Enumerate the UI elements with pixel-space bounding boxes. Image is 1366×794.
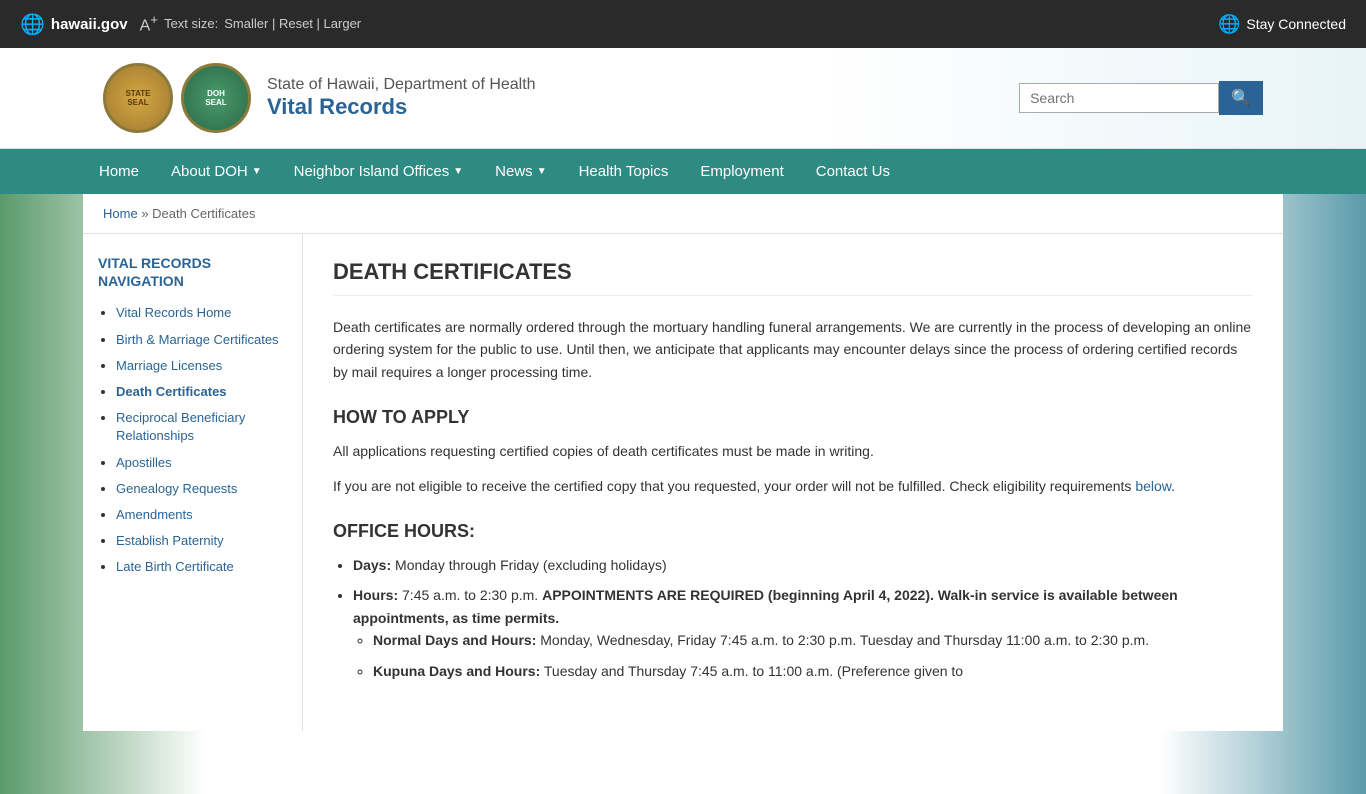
list-item: Late Birth Certificate xyxy=(116,558,287,576)
sidebar-apostilles[interactable]: Apostilles xyxy=(116,455,172,470)
sidebar-genealogy[interactable]: Genealogy Requests xyxy=(116,481,237,496)
sidebar-birth-marriage[interactable]: Birth & Marriage Certificates xyxy=(116,332,279,347)
search-form: 🔍 xyxy=(1019,81,1263,115)
list-item: Genealogy Requests xyxy=(116,480,287,498)
hours-label: Hours: xyxy=(353,587,398,603)
top-bar-left: 🌐 hawaii.gov A+ Text size: Smaller | Res… xyxy=(20,12,361,37)
nav-about-doh[interactable]: About DOH ▼ xyxy=(155,149,278,194)
larger-link[interactable]: Larger xyxy=(324,16,362,31)
sidebar-late-birth[interactable]: Late Birth Certificate xyxy=(116,559,234,574)
breadcrumb-separator: » xyxy=(141,206,148,221)
days-label: Days: xyxy=(353,557,391,573)
kupuna-hours-value: Tuesday and Thursday 7:45 a.m. to 11:00 … xyxy=(544,663,963,679)
doh-seal: DOHSEAL xyxy=(181,63,251,133)
office-hours-section: OFFICE HOURS: Days: Monday through Frida… xyxy=(333,521,1253,682)
nav-home[interactable]: Home xyxy=(83,149,155,194)
sidebar-paternity[interactable]: Establish Paternity xyxy=(116,533,224,548)
nav-news[interactable]: News ▼ xyxy=(479,149,562,194)
hawaii-gov-logo[interactable]: 🌐 hawaii.gov xyxy=(20,12,128,37)
main-layout: VITAL RECORDS NAVIGATION Vital Records H… xyxy=(83,234,1283,731)
header-left: STATESEAL DOHSEAL State of Hawaii, Depar… xyxy=(103,63,536,133)
kupuna-hours-label: Kupuna Days and Hours: xyxy=(373,663,540,679)
how-to-apply-heading: HOW TO APPLY xyxy=(333,407,1253,428)
sidebar-amendments[interactable]: Amendments xyxy=(116,507,193,522)
logos: STATESEAL DOHSEAL xyxy=(103,63,251,133)
nav-contact-us[interactable]: Contact Us xyxy=(800,149,906,194)
text-size-links: Smaller | Reset | Larger xyxy=(224,16,361,31)
intro-paragraph: Death certificates are normally ordered … xyxy=(333,316,1253,383)
nav-inner: Home About DOH ▼ Neighbor Island Offices… xyxy=(83,149,1283,194)
hours-item: Hours: 7:45 a.m. to 2:30 p.m. APPOINTMEN… xyxy=(353,584,1253,682)
sidebar-death-certificates[interactable]: Death Certificates xyxy=(116,384,227,399)
stay-connected-label: Stay Connected xyxy=(1246,16,1346,32)
normal-hours-value: Monday, Wednesday, Friday 7:45 a.m. to 2… xyxy=(540,632,1149,648)
sidebar-nav: Vital Records Home Birth & Marriage Cert… xyxy=(98,304,287,576)
about-doh-arrow: ▼ xyxy=(252,166,262,177)
how-to-apply-p1: All applications requesting certified co… xyxy=(333,440,1253,462)
breadcrumb: Home » Death Certificates xyxy=(83,194,1283,234)
normal-hours-item: Normal Days and Hours: Monday, Wednesday… xyxy=(373,629,1253,651)
nav-health-topics[interactable]: Health Topics xyxy=(563,149,685,194)
hours-value: 7:45 a.m. to 2:30 p.m. APPOINTMENTS ARE … xyxy=(353,587,1178,625)
sidebar-vital-records-home[interactable]: Vital Records Home xyxy=(116,305,231,320)
nav-neighbor-island[interactable]: Neighbor Island Offices ▼ xyxy=(278,149,480,194)
list-item: Birth & Marriage Certificates xyxy=(116,331,287,349)
stay-connected-button[interactable]: 🌐 Stay Connected xyxy=(1218,14,1346,35)
main-nav: Home About DOH ▼ Neighbor Island Offices… xyxy=(0,149,1366,194)
hawaii-gov-text: hawaii.gov xyxy=(51,16,128,33)
sidebar-title: VITAL RECORDS NAVIGATION xyxy=(98,254,287,290)
neighbor-island-arrow: ▼ xyxy=(453,166,463,177)
sidebar: VITAL RECORDS NAVIGATION Vital Records H… xyxy=(83,234,303,731)
list-item: Establish Paternity xyxy=(116,532,287,550)
main-content: DEATH CERTIFICATES Death certificates ar… xyxy=(303,234,1283,731)
how-to-apply-p2: If you are not eligible to receive the c… xyxy=(333,475,1253,497)
intro-section: Death certificates are normally ordered … xyxy=(333,316,1253,383)
smaller-link[interactable]: Smaller xyxy=(224,16,268,31)
breadcrumb-current: Death Certificates xyxy=(152,206,255,221)
content-area: Home » Death Certificates VITAL RECORDS … xyxy=(83,194,1283,731)
search-button[interactable]: 🔍 xyxy=(1219,81,1263,115)
appointments-required: APPOINTMENTS ARE REQUIRED (beginning Apr… xyxy=(353,587,1178,625)
how-to-apply-p2-text: If you are not eligible to receive the c… xyxy=(333,478,1135,494)
state-seal: STATESEAL xyxy=(103,63,173,133)
text-size-label: Text size: xyxy=(164,16,218,31)
list-item: Death Certificates xyxy=(116,383,287,401)
news-arrow: ▼ xyxy=(537,166,547,177)
page-title: DEATH CERTIFICATES xyxy=(333,259,1253,296)
breadcrumb-home[interactable]: Home xyxy=(103,206,138,221)
stay-connected-icon: 🌐 xyxy=(1218,14,1240,35)
hawaii-gov-globe-icon: 🌐 xyxy=(20,12,45,37)
reset-link[interactable]: Reset xyxy=(279,16,313,31)
how-to-apply-p2-end: . xyxy=(1171,478,1175,494)
days-item: Days: Monday through Friday (excluding h… xyxy=(353,554,1253,576)
header-right: 🔍 xyxy=(1019,81,1263,115)
list-item: Vital Records Home xyxy=(116,304,287,322)
dept-name: State of Hawaii, Department of Health xyxy=(267,76,536,94)
kupuna-hours-item: Kupuna Days and Hours: Tuesday and Thurs… xyxy=(373,660,1253,682)
list-item: Reciprocal Beneficiary Relationships xyxy=(116,409,287,445)
normal-hours-label: Normal Days and Hours: xyxy=(373,632,536,648)
top-bar: 🌐 hawaii.gov A+ Text size: Smaller | Res… xyxy=(0,0,1366,48)
site-name: Vital Records xyxy=(267,94,536,120)
text-size-section: A+ Text size: Smaller | Reset | Larger xyxy=(140,12,362,35)
days-value: Monday through Friday (excluding holiday… xyxy=(395,557,667,573)
sidebar-reciprocal[interactable]: Reciprocal Beneficiary Relationships xyxy=(116,410,245,443)
site-header: STATESEAL DOHSEAL State of Hawaii, Depar… xyxy=(0,48,1366,149)
search-input[interactable] xyxy=(1019,83,1219,113)
nav-employment[interactable]: Employment xyxy=(684,149,799,194)
list-item: Marriage Licenses xyxy=(116,357,287,375)
text-size-icon: A+ xyxy=(140,12,158,35)
sidebar-marriage-licenses[interactable]: Marriage Licenses xyxy=(116,358,222,373)
below-link[interactable]: below xyxy=(1135,478,1171,494)
site-title: State of Hawaii, Department of Health Vi… xyxy=(267,76,536,120)
how-to-apply-section: HOW TO APPLY All applications requesting… xyxy=(333,407,1253,497)
list-item: Apostilles xyxy=(116,454,287,472)
office-hours-heading: OFFICE HOURS: xyxy=(333,521,1253,542)
list-item: Amendments xyxy=(116,506,287,524)
